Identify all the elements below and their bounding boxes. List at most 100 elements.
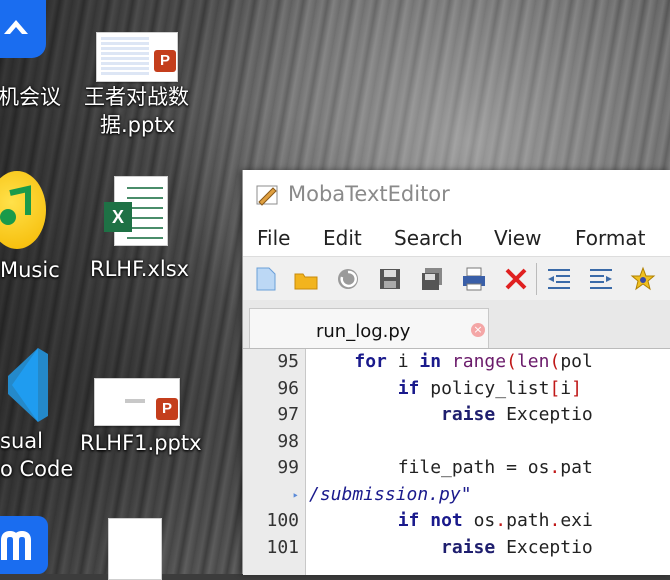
title-bar[interactable]: MobaTextEditor bbox=[243, 170, 670, 220]
toolbar bbox=[243, 256, 670, 301]
code-line: for i in range(len(pol bbox=[311, 351, 593, 372]
unindent-icon[interactable] bbox=[546, 266, 572, 292]
window-title: MobaTextEditor bbox=[288, 182, 450, 206]
menu-file[interactable]: File bbox=[257, 226, 290, 250]
save-icon[interactable] bbox=[377, 266, 403, 292]
new-file-icon[interactable] bbox=[253, 266, 279, 292]
tab-close-icon[interactable]: × bbox=[471, 323, 485, 337]
line-number: 97 bbox=[277, 404, 299, 425]
line-number-gutter: 95 96 97 98 99 ‣ 100 101 bbox=[243, 349, 306, 575]
code-token: ] bbox=[571, 377, 582, 399]
xlsx-label: RLHF.xlsx bbox=[90, 257, 190, 281]
music-label: Music bbox=[0, 258, 60, 282]
app-icon-bottom[interactable] bbox=[0, 512, 60, 574]
toolbar-separator bbox=[536, 263, 537, 295]
powerpoint-icon: P bbox=[154, 50, 176, 72]
code-token: pol bbox=[560, 351, 593, 372]
close-file-icon[interactable] bbox=[503, 266, 529, 292]
menu-view[interactable]: View bbox=[494, 226, 541, 250]
menu-bar: File Edit Search View Format bbox=[243, 220, 670, 256]
code-token: . bbox=[549, 510, 561, 531]
xlsx-file[interactable]: X RLHF.xlsx bbox=[88, 172, 190, 282]
pptx-file-1[interactable]: P 王者对战数 据.pptx bbox=[80, 28, 190, 138]
vscode-label-line1: sual bbox=[0, 429, 43, 453]
indent-icon[interactable] bbox=[588, 266, 614, 292]
bookmark-star-icon[interactable] bbox=[630, 266, 656, 292]
code-token: pat bbox=[560, 457, 593, 478]
code-token: range bbox=[451, 351, 507, 372]
code-editor-area[interactable]: 95 96 97 98 99 ‣ 100 101 for i in range(len(pol… bbox=[243, 348, 670, 575]
code-token: . bbox=[549, 457, 561, 478]
line-number: 100 bbox=[266, 510, 299, 531]
code-token: len bbox=[516, 351, 550, 372]
code-token: i bbox=[560, 377, 572, 399]
code-token: if bbox=[397, 377, 420, 399]
open-folder-icon[interactable] bbox=[293, 266, 319, 292]
vscode-app-icon[interactable]: sual o Code bbox=[0, 338, 74, 488]
meeting-logo-icon bbox=[0, 0, 46, 58]
code-token: policy_list bbox=[419, 377, 550, 399]
line-number: 96 bbox=[277, 377, 299, 399]
code-line: file_path = os.pat bbox=[311, 457, 593, 478]
code-token: [ bbox=[549, 377, 561, 399]
code-token: i bbox=[386, 351, 420, 372]
tab-run-log[interactable]: run_log.py × bbox=[249, 308, 489, 349]
excel-badge-icon: X bbox=[104, 202, 132, 232]
code-token: /submission.py" bbox=[309, 483, 472, 505]
code-token: file_path = os bbox=[311, 457, 550, 478]
line-number: 99 bbox=[277, 457, 299, 478]
pptx-file-2[interactable]: P RLHF1.pptx bbox=[78, 372, 202, 462]
code-token: path bbox=[506, 510, 550, 531]
menu-format[interactable]: Format bbox=[575, 226, 645, 250]
code-token: Exceptio bbox=[495, 536, 593, 558]
line-number: 95 bbox=[277, 351, 299, 372]
code-token: exi bbox=[560, 510, 593, 531]
blank-file-icon[interactable] bbox=[108, 518, 168, 580]
code-token: raise bbox=[441, 536, 496, 558]
music-logo-icon bbox=[0, 171, 46, 249]
code-line: /submission.py" bbox=[309, 484, 472, 505]
code-token: os bbox=[462, 510, 496, 531]
app-logo-icon bbox=[255, 182, 281, 206]
line-number: 101 bbox=[266, 536, 299, 558]
menu-search[interactable]: Search bbox=[394, 226, 463, 250]
menu-edit[interactable]: Edit bbox=[323, 226, 362, 250]
meeting-label: 机会议 bbox=[0, 85, 61, 109]
code-token: if bbox=[397, 510, 420, 531]
tab-label: run_log.py bbox=[316, 321, 411, 342]
pptx1-label-line1: 王者对战数 bbox=[84, 85, 189, 109]
vscode-label-line2: o Code bbox=[0, 457, 74, 481]
code-token: for bbox=[354, 351, 387, 372]
code-line: raise Exceptio bbox=[311, 537, 593, 558]
code-token: ( bbox=[549, 351, 561, 372]
print-icon[interactable] bbox=[461, 266, 487, 292]
pptx2-label: RLHF1.pptx bbox=[80, 431, 202, 455]
code-line: if not os.path.exi bbox=[311, 510, 593, 531]
code-token: raise bbox=[441, 404, 496, 425]
code-token: not bbox=[430, 510, 463, 531]
pptx1-label-line2: 据.pptx bbox=[100, 113, 175, 137]
line-number: 98 bbox=[277, 430, 299, 452]
reload-icon[interactable] bbox=[335, 266, 361, 292]
code-token: . bbox=[495, 510, 507, 531]
meeting-app-icon[interactable]: 机会议 bbox=[0, 0, 61, 120]
vscode-logo-icon bbox=[0, 344, 50, 426]
blank-document-icon bbox=[108, 518, 162, 580]
powerpoint-icon: P bbox=[156, 398, 178, 420]
code-line: if policy_list[i] bbox=[311, 378, 582, 399]
tab-bar: run_log.py × bbox=[243, 300, 670, 349]
code-token: ( bbox=[506, 351, 517, 372]
code-line: raise Exceptio bbox=[311, 404, 593, 425]
save-all-icon[interactable] bbox=[419, 266, 445, 292]
code-token: in bbox=[419, 351, 442, 372]
wrap-indicator-icon: ‣ bbox=[291, 488, 299, 503]
code-token: Exceptio bbox=[495, 404, 593, 425]
music-app-icon[interactable]: Music bbox=[0, 165, 70, 285]
